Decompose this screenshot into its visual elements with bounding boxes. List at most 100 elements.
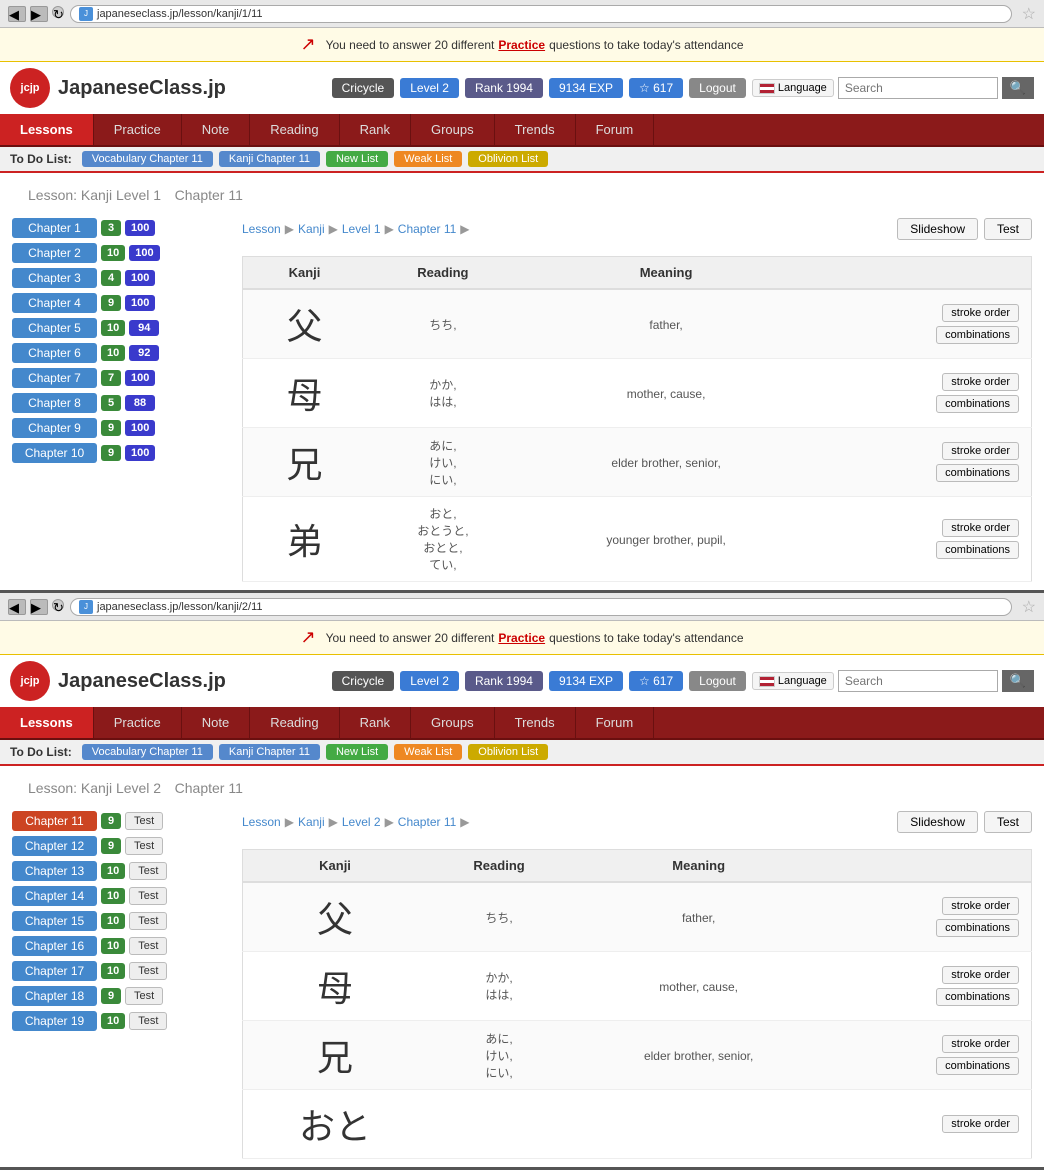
practice-link-2[interactable]: Practice — [498, 631, 545, 645]
chapter-test-2-11[interactable]: Test — [125, 812, 163, 830]
chapter-test-2-12[interactable]: Test — [125, 837, 163, 855]
refresh-btn-2[interactable]: ↻ — [52, 599, 64, 611]
bookmark-icon-2[interactable]: ☆ — [1022, 597, 1036, 617]
level-btn-1[interactable]: Level 2 — [400, 78, 459, 98]
slideshow-btn-2[interactable]: Slideshow — [897, 811, 978, 833]
tab-practice-2[interactable]: Practice — [94, 707, 182, 738]
tab-note-2[interactable]: Note — [182, 707, 250, 738]
address-bar-1[interactable]: J japaneseclass.jp/lesson/kanji/1/11 — [70, 5, 1012, 23]
todo-vocab-2[interactable]: Vocabulary Chapter 11 — [82, 744, 213, 760]
chapter-btn-1-10[interactable]: Chapter 10 — [12, 443, 97, 463]
chapter-test-2-17[interactable]: Test — [129, 962, 167, 980]
chapter-btn-2-13[interactable]: Chapter 13 — [12, 861, 97, 881]
chapter-btn-1-2[interactable]: Chapter 2 — [12, 243, 97, 263]
todo-oblivion-1[interactable]: Oblivion List — [468, 151, 548, 167]
search-btn-1[interactable]: 🔍 — [1002, 77, 1034, 99]
chapter-btn-2-18[interactable]: Chapter 18 — [12, 986, 97, 1006]
stroke-btn-1-1[interactable]: stroke order — [942, 304, 1019, 322]
search-input-1[interactable] — [838, 77, 998, 99]
chapter-btn-1-3[interactable]: Chapter 3 — [12, 268, 97, 288]
breadcrumb-chapter-2[interactable]: Chapter 11 — [398, 815, 456, 829]
todo-kanji-2[interactable]: Kanji Chapter 11 — [219, 744, 320, 760]
breadcrumb-lesson-2[interactable]: Lesson — [242, 815, 281, 829]
cricycle-btn-2[interactable]: Cricycle — [332, 671, 395, 691]
chapter-test-2-16[interactable]: Test — [129, 937, 167, 955]
stroke-btn-1-3[interactable]: stroke order — [942, 442, 1019, 460]
test-btn-2[interactable]: Test — [984, 811, 1032, 833]
tab-practice-1[interactable]: Practice — [94, 114, 182, 145]
chapter-test-2-13[interactable]: Test — [129, 862, 167, 880]
rank-btn-2[interactable]: Rank 1994 — [465, 671, 543, 691]
chapter-test-2-15[interactable]: Test — [129, 912, 167, 930]
todo-vocab-1[interactable]: Vocabulary Chapter 11 — [82, 151, 213, 167]
tab-forum-1[interactable]: Forum — [576, 114, 655, 145]
chapter-test-2-19[interactable]: Test — [129, 1012, 167, 1030]
tab-reading-2[interactable]: Reading — [250, 707, 339, 738]
fwd-btn-2[interactable]: ▶ — [30, 599, 48, 615]
tab-rank-1[interactable]: Rank — [340, 114, 411, 145]
todo-new-1[interactable]: New List — [326, 151, 388, 167]
combo-btn-1-1[interactable]: combinations — [936, 326, 1019, 344]
language-btn-2[interactable]: Language — [752, 672, 834, 690]
tab-lessons-2[interactable]: Lessons — [0, 707, 94, 738]
chapter-btn-1-9[interactable]: Chapter 9 — [12, 418, 97, 438]
stroke-btn-2-4[interactable]: stroke order — [942, 1115, 1019, 1133]
chapter-btn-1-7[interactable]: Chapter 7 — [12, 368, 97, 388]
chapter-btn-2-11[interactable]: Chapter 11 — [12, 811, 97, 831]
search-btn-2[interactable]: 🔍 — [1002, 670, 1034, 692]
breadcrumb-kanji-1[interactable]: Kanji — [298, 222, 325, 236]
level-btn-2[interactable]: Level 2 — [400, 671, 459, 691]
tab-forum-2[interactable]: Forum — [576, 707, 655, 738]
todo-new-2[interactable]: New List — [326, 744, 388, 760]
rank-btn-1[interactable]: Rank 1994 — [465, 78, 543, 98]
back-btn-2[interactable]: ◀ — [8, 599, 26, 615]
star-btn-2[interactable]: ☆ 617 — [629, 671, 683, 691]
stroke-btn-1-2[interactable]: stroke order — [942, 373, 1019, 391]
stroke-btn-2-1[interactable]: stroke order — [942, 897, 1019, 915]
tab-trends-2[interactable]: Trends — [495, 707, 576, 738]
stroke-btn-1-4[interactable]: stroke order — [942, 519, 1019, 537]
tab-trends-1[interactable]: Trends — [495, 114, 576, 145]
star-btn-1[interactable]: ☆ 617 — [629, 78, 683, 98]
breadcrumb-chapter-1[interactable]: Chapter 11 — [398, 222, 456, 236]
todo-kanji-1[interactable]: Kanji Chapter 11 — [219, 151, 320, 167]
chapter-btn-2-16[interactable]: Chapter 16 — [12, 936, 97, 956]
breadcrumb-kanji-2[interactable]: Kanji — [298, 815, 325, 829]
chapter-btn-2-15[interactable]: Chapter 15 — [12, 911, 97, 931]
chapter-btn-2-12[interactable]: Chapter 12 — [12, 836, 97, 856]
chapter-test-2-18[interactable]: Test — [125, 987, 163, 1005]
language-btn-1[interactable]: Language — [752, 79, 834, 97]
chapter-btn-1-6[interactable]: Chapter 6 — [12, 343, 97, 363]
logout-btn-2[interactable]: Logout — [689, 671, 746, 691]
practice-link-1[interactable]: Practice — [498, 38, 545, 52]
tab-rank-2[interactable]: Rank — [340, 707, 411, 738]
todo-weak-2[interactable]: Weak List — [394, 744, 462, 760]
tab-reading-1[interactable]: Reading — [250, 114, 339, 145]
tab-groups-2[interactable]: Groups — [411, 707, 495, 738]
combo-btn-1-4[interactable]: combinations — [936, 541, 1019, 559]
search-input-2[interactable] — [838, 670, 998, 692]
todo-oblivion-2[interactable]: Oblivion List — [468, 744, 548, 760]
combo-btn-2-3[interactable]: combinations — [936, 1057, 1019, 1075]
chapter-btn-1-4[interactable]: Chapter 4 — [12, 293, 97, 313]
fwd-btn[interactable]: ▶ — [30, 6, 48, 22]
chapter-btn-2-17[interactable]: Chapter 17 — [12, 961, 97, 981]
chapter-btn-1-5[interactable]: Chapter 5 — [12, 318, 97, 338]
tab-groups-1[interactable]: Groups — [411, 114, 495, 145]
breadcrumb-level-1[interactable]: Level 1 — [342, 222, 381, 236]
exp-btn-1[interactable]: 9134 EXP — [549, 78, 623, 98]
breadcrumb-lesson-1[interactable]: Lesson — [242, 222, 281, 236]
stroke-btn-2-3[interactable]: stroke order — [942, 1035, 1019, 1053]
slideshow-btn-1[interactable]: Slideshow — [897, 218, 978, 240]
todo-weak-1[interactable]: Weak List — [394, 151, 462, 167]
breadcrumb-level-2[interactable]: Level 2 — [342, 815, 381, 829]
back-btn[interactable]: ◀ — [8, 6, 26, 22]
stroke-btn-2-2[interactable]: stroke order — [942, 966, 1019, 984]
combo-btn-1-3[interactable]: combinations — [936, 464, 1019, 482]
chapter-btn-2-14[interactable]: Chapter 14 — [12, 886, 97, 906]
bookmark-icon-1[interactable]: ☆ — [1022, 4, 1036, 24]
combo-btn-2-1[interactable]: combinations — [936, 919, 1019, 937]
chapter-btn-2-19[interactable]: Chapter 19 — [12, 1011, 97, 1031]
cricycle-btn-1[interactable]: Cricycle — [332, 78, 395, 98]
tab-lessons-1[interactable]: Lessons — [0, 114, 94, 145]
